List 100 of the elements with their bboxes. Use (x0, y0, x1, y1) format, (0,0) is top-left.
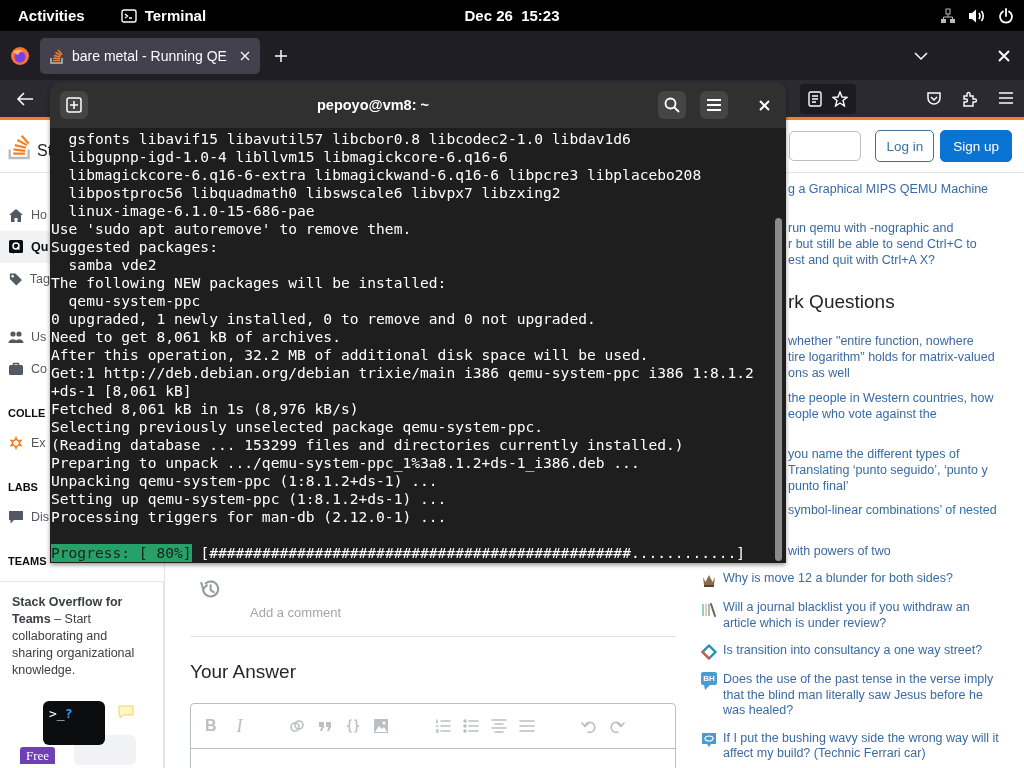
search-button[interactable] (658, 91, 686, 119)
terminal-line: Preparing to unpack .../qemu-system-ppc_1%3a8.1.2+ds-1_i386.deb ... (51, 454, 641, 472)
terminal-line: libmagickcore-6.q16-6-extra libmagickwand-6.q16-6 libpcre3 libplacebo208 (67, 166, 703, 184)
bullet-list-icon (462, 718, 479, 734)
diamond-icon (701, 644, 717, 660)
browser-tab[interactable]: bare metal - Running QE (40, 37, 260, 74)
nav-item[interactable]: Co (0, 353, 50, 385)
terminal-line: Unpacking qemu-system-ppc (1:8.1.2+ds-1) ... (51, 472, 439, 490)
nav-item[interactable]: Ho (0, 199, 50, 231)
terminal-line: gsfonts libavif15 libavutil57 libcbor0.8 libcodec2-1.0 libdav1d6 (67, 130, 632, 148)
home-icon (8, 207, 24, 223)
chevron-down-icon (914, 50, 928, 61)
stack-logo-icon (50, 47, 64, 64)
scrollbar-thumb[interactable] (775, 218, 782, 561)
app-menu-label[interactable]: Terminal (144, 7, 207, 24)
back-arrow-icon (16, 90, 34, 107)
horizontal-rule-icon (518, 718, 535, 734)
hot-question-link[interactable]: Is transition into consultancy a one way street? (723, 643, 983, 660)
free-badge: Free (20, 747, 56, 764)
plus-square-icon (66, 97, 82, 113)
progress-bar-text: [################################################............] (200, 544, 746, 562)
close-icon (758, 99, 770, 111)
nav-item[interactable]: Qu (0, 231, 50, 263)
related-question-link[interactable]: g a Graphical MIPS QEMU Machine (788, 181, 1014, 197)
questions-icon (8, 239, 24, 255)
close-icon (998, 49, 1010, 62)
terminal-line: qemu-system-ppc (67, 292, 202, 310)
search-field[interactable] (789, 131, 862, 161)
terminal-line: samba vde2 (67, 256, 158, 274)
terminal-line: Fetched 8,061 kB in 1s (8,976 kB/s) (51, 400, 360, 418)
new-tab-button[interactable] (60, 91, 88, 119)
terminal-line: +ds-1 [8,061 kB] (51, 382, 193, 400)
terminal-line: Setting up qemu-system-ppc (1:8.1.2+ds-1) ... (51, 490, 448, 508)
bookmark-star-icon[interactable] (832, 90, 848, 107)
pocket-icon[interactable] (926, 90, 942, 107)
link-icon (288, 718, 305, 734)
related-question-link[interactable]: run qemu with -nographic and r but still be able to send Ctrl+C to est and quit with Ctrl+A X? (788, 220, 1014, 268)
hot-question-link[interactable]: the people in Western countries, how eople who vote against the (788, 390, 994, 422)
terminal-line: Need to get 8,061 kB of archives. (51, 328, 342, 346)
nav-section-heading: LABS (8, 481, 39, 493)
terminal-line: Suggested packages: (51, 238, 219, 256)
terminal-line: linux-image-6.1.0-15-686-pae (67, 202, 316, 220)
terminal-line: libgupnp-igd-1.0-4 libllvm15 libmagickcore-6.q16-6 (67, 148, 509, 166)
hot-question-link[interactable]: symbol-linear combinations’ of nested (788, 502, 997, 518)
books-icon (701, 601, 717, 617)
window-title: pepoyo@vm8: ~ (315, 97, 430, 113)
hot-questions-heading: rk Questions (788, 291, 896, 313)
hot-question-link[interactable]: Will a journal blacklist you if you withdraw an article which is under review? (723, 600, 1006, 631)
power-icon[interactable] (998, 7, 1014, 24)
activities-button[interactable]: Activities (18, 7, 85, 24)
puzzle-piece-icon[interactable] (962, 90, 978, 107)
answer-heading: Your Answer (190, 661, 297, 683)
terminal-line: 0 upgraded, 1 newly installed, 0 to remove and 0 not upgraded. (51, 310, 597, 328)
reader-view-icon[interactable] (808, 90, 822, 107)
close-tab-icon[interactable] (240, 50, 250, 61)
nav-section-heading: TEAMS (8, 555, 48, 567)
chat-bubble-icon (118, 705, 134, 719)
hot-question-link[interactable]: with powers of two (788, 543, 891, 559)
speech-bubble-icon (701, 731, 717, 748)
progress-label: Progress: [ 80%] (51, 544, 192, 562)
volume-icon[interactable] (968, 7, 986, 24)
hot-question-link[interactable]: you name the different types of Translating ‘punto seguido’, ‘punto y punto final’ (788, 446, 988, 494)
numbered-list-icon (434, 718, 451, 734)
terminal-icon (120, 8, 137, 23)
terminal-line: Selecting previously unselected package qemu-system-ppc. (51, 418, 545, 436)
image-icon (372, 718, 389, 734)
hot-question-link[interactable]: Why is move 12 a blunder for both sides? (723, 571, 953, 588)
nav-item[interactable]: Us (0, 321, 50, 353)
nav-item[interactable]: Ex (0, 427, 50, 459)
stack-logo-icon[interactable] (8, 132, 32, 160)
search-icon (664, 97, 680, 113)
terminal-line: Use 'sudo apt autoremove' to remove them. (51, 220, 413, 238)
terminal-line: After this operation, 32.2 MB of additional disk space will be used. (51, 346, 650, 364)
menu-icon[interactable] (998, 90, 1014, 105)
terminal-line: Get:1 http://deb.debian.org/debian trixie/main i386 qemu-system-ppc i386 1:8.1.2 (51, 364, 755, 382)
tag-icon (8, 271, 23, 287)
nav-item[interactable]: Dis (0, 501, 50, 533)
terminal-line: libpostproc56 libquadmath0 libswscale6 libvpx7 libzxing2 (67, 184, 562, 202)
hot-question-link[interactable]: whether "entire function, nowhere tire logarithm" holds for matrix-valued ons as well (788, 333, 995, 381)
clock[interactable]: Dec 26 15:23 (464, 7, 560, 24)
users-icon (8, 329, 24, 345)
history-icon (200, 579, 220, 599)
hot-question-link[interactable]: If I put the bushing wavy side the wrong way will it affect my build? (Technic Ferrari car) (723, 730, 1006, 762)
heading-icon (490, 718, 507, 734)
plus-icon (274, 48, 288, 63)
browser-logo-icon[interactable] (10, 45, 30, 66)
nav-item[interactable]: Tag (0, 263, 50, 295)
login-button[interactable]: Log in (875, 130, 935, 162)
terminal-line: The following NEW packages will be installed: (51, 274, 448, 292)
code-braces-icon (344, 718, 361, 734)
menu-button[interactable] (700, 91, 728, 119)
chat-icon (8, 509, 24, 525)
teams-promo-text: Stack Overflow for Teams – Start collaborating and sharing organizational knowledge. (12, 594, 136, 679)
nav-section-heading: COLLE (8, 407, 47, 419)
signup-button[interactable]: Sign up (940, 130, 1012, 162)
terminal-line: (Reading database ... 153299 files and directories currently installed.) (51, 436, 685, 454)
collective-star-icon (8, 435, 24, 451)
hot-question-link[interactable]: Does the use of the past tense in the verse imply that the blind man literally saw Jesus before he was healed? (723, 672, 1006, 719)
address-bar[interactable] (800, 83, 856, 114)
briefcase-icon (8, 361, 24, 377)
